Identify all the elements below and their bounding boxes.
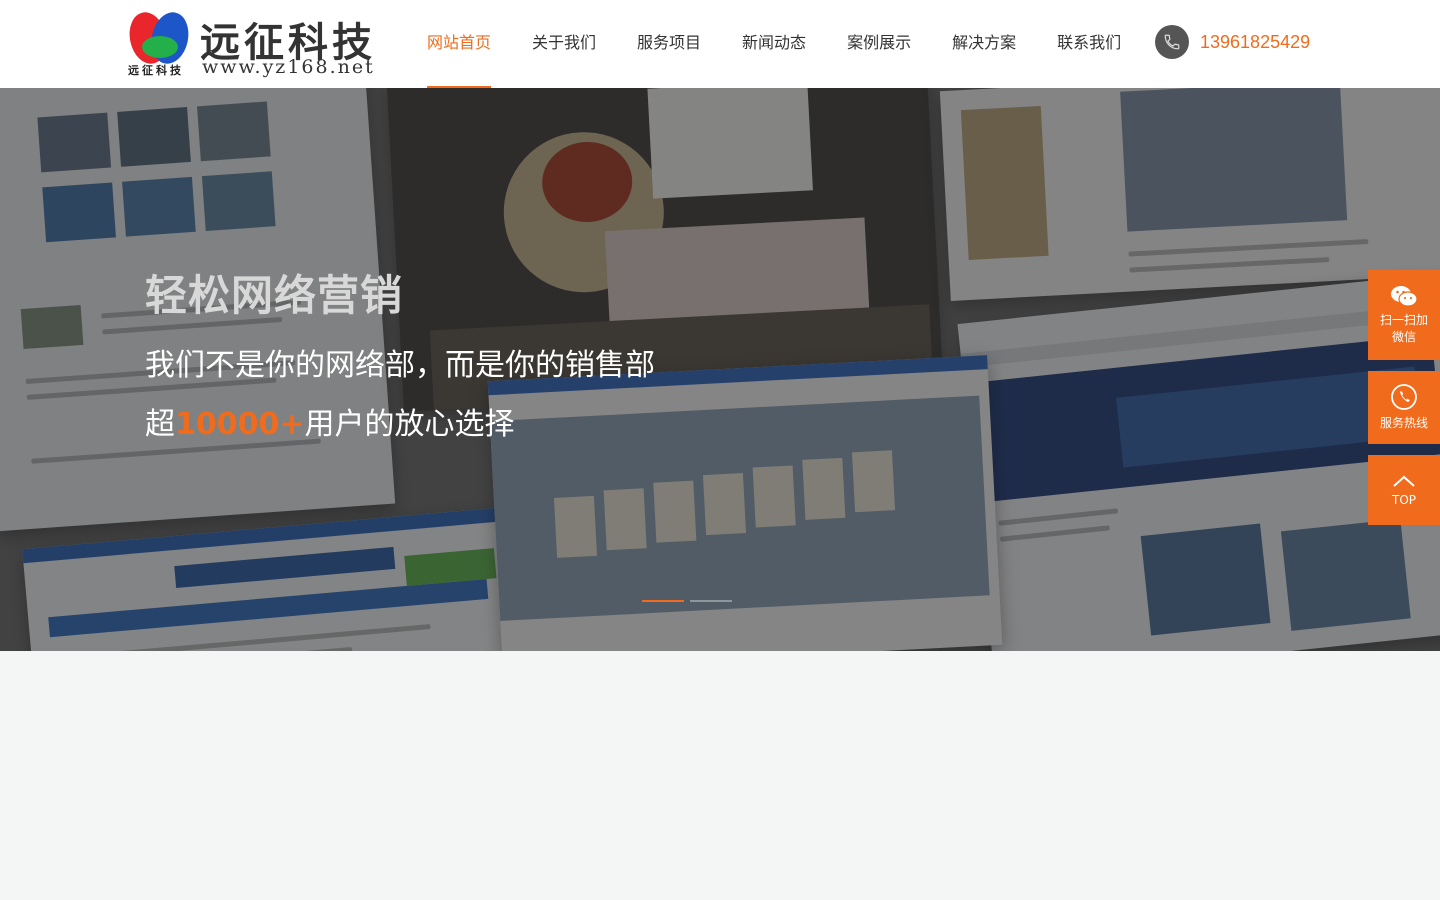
banner-tagline-prefix: 超 bbox=[145, 407, 175, 442]
phone-circle-icon bbox=[1391, 384, 1417, 410]
banner-subheadline: 我们不是你的网络部，而是你的销售部 bbox=[145, 348, 655, 383]
side-top-label: TOP bbox=[1391, 493, 1416, 507]
side-wechat-label-1: 扫一扫加 bbox=[1379, 313, 1428, 327]
arrow-up-icon bbox=[1393, 475, 1415, 487]
nav-item-services[interactable]: 服务项目 bbox=[637, 0, 701, 88]
phone-number: 13961825429 bbox=[1200, 31, 1311, 52]
banner-user-count: 10000+ bbox=[175, 407, 305, 442]
logo-url: www.yz168.net bbox=[202, 56, 375, 78]
nav-item-contact[interactable]: 联系我们 bbox=[1057, 0, 1121, 88]
banner-tagline-suffix: 用户的放心选择 bbox=[304, 407, 515, 442]
nav-item-cases[interactable]: 案例展示 bbox=[847, 0, 911, 88]
side-hotline-button[interactable]: 服务热线 bbox=[1368, 371, 1440, 444]
side-wechat-label-2: 微信 bbox=[1391, 330, 1416, 344]
banner-pager-dot[interactable] bbox=[690, 600, 732, 602]
nav-item-home[interactable]: 网站首页 bbox=[427, 0, 492, 88]
header-phone[interactable]: 13961825429 bbox=[1155, 25, 1310, 59]
side-top-button[interactable]: TOP bbox=[1368, 455, 1440, 525]
nav-item-about[interactable]: 关于我们 bbox=[532, 0, 596, 88]
site-logo[interactable]: 远征科技 远征科技 www.yz168.net bbox=[124, 8, 400, 80]
phone-icon bbox=[1155, 25, 1189, 59]
site-header: 远征科技 远征科技 www.yz168.net 网站首页 关于我们 服务项目 新… bbox=[0, 0, 1440, 88]
side-hotline-label: 服务热线 bbox=[1379, 416, 1428, 430]
banner-tagline: 超10000+用户的放心选择 bbox=[145, 399, 515, 443]
side-wechat-button[interactable]: 扫一扫加 微信 bbox=[1368, 270, 1440, 360]
hero-banner: 轻松网络营销 我们不是你的网络部，而是你的销售部 超10000+用户的放心选择 bbox=[0, 88, 1440, 651]
main-nav: 网站首页 关于我们 服务项目 新闻动态 案例展示 解决方案 联系我们 bbox=[427, 0, 1162, 88]
nav-item-solutions[interactable]: 解决方案 bbox=[952, 0, 1016, 88]
banner-pager bbox=[642, 600, 732, 602]
nav-item-news[interactable]: 新闻动态 bbox=[742, 0, 806, 88]
wechat-icon bbox=[1391, 286, 1418, 307]
banner-headline: 轻松网络营销 bbox=[145, 271, 404, 320]
banner-pager-dot[interactable] bbox=[642, 600, 684, 602]
logo-subtitle: 远征科技 bbox=[128, 64, 184, 77]
